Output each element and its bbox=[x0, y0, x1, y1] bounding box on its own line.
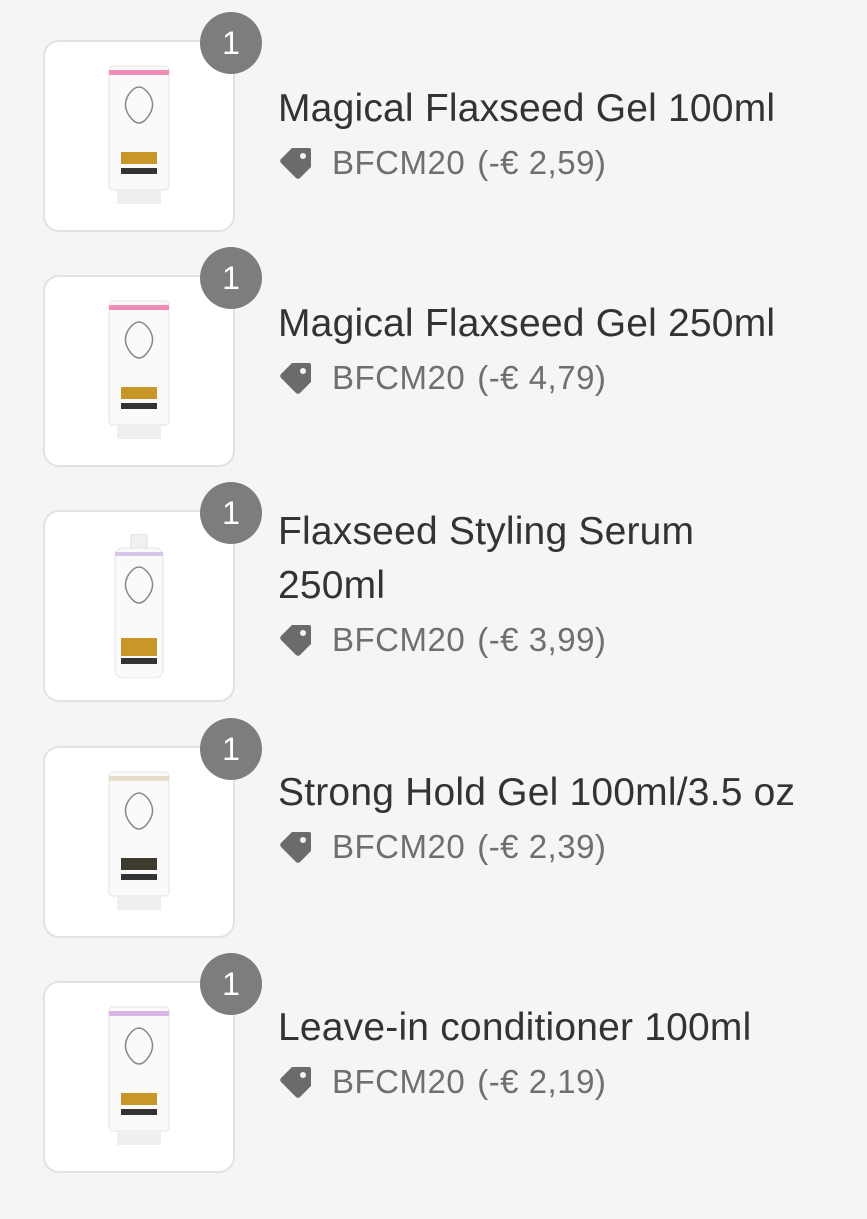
product-label-band bbox=[121, 638, 157, 656]
product-accent-stripe bbox=[109, 1011, 169, 1016]
quantity-badge: 1 bbox=[200, 718, 262, 780]
item-info: Leave-in conditioner 100ml BFCM20 (-€ 2,1… bbox=[278, 1001, 858, 1107]
product-title: Strong Hold Gel 100ml/3.5 oz bbox=[278, 771, 796, 814]
discount-row: BFCM20 (-€ 2,59) bbox=[278, 138, 858, 188]
discount-row: BFCM20 (-€ 2,19) bbox=[278, 1057, 858, 1107]
item-info: Strong Hold Gel 100ml/3.5 oz BFCM20 (-€ 2… bbox=[278, 766, 858, 872]
product-title: Leave-in conditioner 100ml bbox=[278, 1006, 752, 1049]
product-label-band bbox=[121, 1093, 157, 1105]
line-item: 1 Magical Flaxseed Gel 250ml BFCM20 (-€ 4… bbox=[0, 247, 867, 475]
item-info: Magical Flaxseed Gel 100ml BFCM20 (-€ 2,5… bbox=[278, 82, 858, 188]
order-line-items: 1 Magical Flaxseed Gel 100ml BFCM20 (-€ 2… bbox=[0, 0, 867, 1219]
quantity-badge: 1 bbox=[200, 12, 262, 74]
product-image bbox=[43, 981, 235, 1173]
product-tube-image bbox=[108, 300, 170, 439]
discount-code: BFCM20 bbox=[332, 1063, 466, 1100]
discount-code: BFCM20 bbox=[332, 621, 466, 658]
product-bottle-image bbox=[114, 534, 164, 678]
product-title: Magical Flaxseed Gel 100ml bbox=[278, 87, 776, 130]
line-item: 1 Strong Hold Gel 100ml/3.5 oz BFCM20 (-€… bbox=[0, 718, 867, 946]
product-accent-stripe bbox=[109, 305, 169, 310]
product-accent-stripe bbox=[115, 552, 163, 556]
product-image bbox=[43, 40, 235, 232]
product-tube-image bbox=[108, 771, 170, 910]
discount-amount: (-€ 2,19) bbox=[477, 1063, 607, 1100]
quantity-badge: 1 bbox=[200, 247, 262, 309]
discount-code: BFCM20 bbox=[332, 144, 466, 181]
discount-row: BFCM20 (-€ 3,99) bbox=[278, 615, 858, 665]
discount-amount: (-€ 3,99) bbox=[477, 621, 607, 658]
product-tube-image bbox=[108, 1006, 170, 1145]
product-image bbox=[43, 275, 235, 467]
product-thumbnail-wrap: 1 bbox=[43, 953, 262, 1173]
product-title: Flaxseed Styling Serum 250ml bbox=[278, 510, 695, 607]
line-item: 1 Flaxseed Styling Serum 250ml BFCM20 (-€… bbox=[0, 482, 867, 710]
discount-code: BFCM20 bbox=[332, 359, 466, 396]
product-image bbox=[43, 510, 235, 702]
discount-row: BFCM20 (-€ 4,79) bbox=[278, 353, 858, 403]
product-accent-stripe bbox=[109, 70, 169, 75]
product-thumbnail-wrap: 1 bbox=[43, 718, 262, 938]
discount-amount: (-€ 2,39) bbox=[477, 828, 607, 865]
line-item: 1 Magical Flaxseed Gel 100ml BFCM20 (-€ 2… bbox=[0, 12, 867, 240]
tag-icon bbox=[280, 148, 311, 179]
item-info: Flaxseed Styling Serum 250ml BFCM20 (-€ 3… bbox=[278, 505, 858, 665]
tag-icon bbox=[280, 363, 311, 394]
product-title: Magical Flaxseed Gel 250ml bbox=[278, 302, 776, 345]
product-thumbnail-wrap: 1 bbox=[43, 247, 262, 467]
tag-icon bbox=[280, 1067, 311, 1098]
product-thumbnail-wrap: 1 bbox=[43, 482, 262, 702]
line-item: 1 Leave-in conditioner 100ml BFCM20 (-€ 2… bbox=[0, 953, 867, 1181]
discount-amount: (-€ 4,79) bbox=[477, 359, 607, 396]
product-label-band bbox=[121, 152, 157, 164]
product-label-band bbox=[121, 858, 157, 870]
quantity-badge: 1 bbox=[200, 953, 262, 1015]
discount-amount: (-€ 2,59) bbox=[477, 144, 607, 181]
discount-row: BFCM20 (-€ 2,39) bbox=[278, 822, 858, 872]
product-accent-stripe bbox=[109, 776, 169, 781]
item-info: Magical Flaxseed Gel 250ml BFCM20 (-€ 4,7… bbox=[278, 297, 858, 403]
quantity-badge: 1 bbox=[200, 482, 262, 544]
product-image bbox=[43, 746, 235, 938]
product-label-band bbox=[121, 387, 157, 399]
product-tube-image bbox=[108, 65, 170, 204]
tag-icon bbox=[280, 625, 311, 656]
product-thumbnail-wrap: 1 bbox=[43, 12, 262, 232]
tag-icon bbox=[280, 832, 311, 863]
discount-code: BFCM20 bbox=[332, 828, 466, 865]
